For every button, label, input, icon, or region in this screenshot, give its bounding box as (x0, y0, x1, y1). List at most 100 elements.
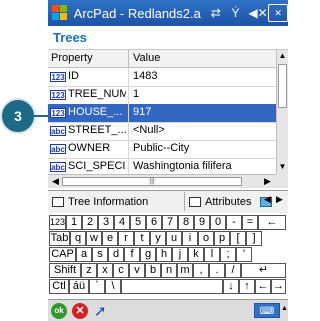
key[interactable]: a (76, 247, 92, 262)
key[interactable]: k (188, 247, 204, 262)
key[interactable]: 8 (178, 215, 194, 230)
key[interactable]: m (177, 263, 193, 278)
scroll-left-icon[interactable]: ◀ (52, 176, 59, 187)
key[interactable]: → (271, 279, 286, 294)
key[interactable]: ← (255, 279, 271, 294)
scroll-thumb[interactable] (278, 64, 287, 108)
key[interactable]: g (140, 247, 156, 262)
key[interactable]: ' (236, 247, 252, 262)
space-key[interactable] (121, 279, 223, 294)
input-menu-icon[interactable]: ▲ (281, 305, 288, 312)
shift-key[interactable]: Shift (49, 263, 81, 278)
numeric-field-icon: 123 (50, 108, 66, 118)
table-row[interactable]: abc STREET_... <Null> (48, 122, 276, 141)
key[interactable]: 3 (98, 215, 114, 230)
scroll-up-icon[interactable]: ▲ (278, 51, 287, 60)
horizontal-scrollbar[interactable]: ◀ ||| ▶ (48, 174, 276, 188)
table-row-selected[interactable]: 123 HOUSE_... 917 (48, 104, 276, 123)
key[interactable]: x (97, 263, 113, 278)
key[interactable]: u (166, 231, 182, 246)
tab-prev-icon[interactable]: ◀ (264, 194, 271, 205)
column-header-value[interactable]: Value (133, 52, 160, 64)
key[interactable]: 0 (210, 215, 226, 230)
key[interactable]: = (242, 215, 258, 230)
scroll-thumb[interactable]: ||| (62, 177, 242, 186)
backspace-key[interactable]: ← (258, 215, 286, 230)
cancel-icon[interactable]: ✕ (72, 303, 88, 319)
key[interactable]: 6 (146, 215, 162, 230)
ctrl-key[interactable]: Ctl (49, 279, 69, 294)
column-header-property[interactable]: Property (51, 52, 93, 64)
key[interactable]: \ (105, 279, 121, 294)
tab-next-icon[interactable]: ▶ (276, 194, 283, 205)
tab-key[interactable]: Tab (49, 231, 70, 246)
key[interactable]: [ (230, 231, 246, 246)
key[interactable]: y (150, 231, 166, 246)
ok-button[interactable]: ok (51, 303, 67, 319)
key[interactable]: 4 (114, 215, 130, 230)
key[interactable]: c (113, 263, 129, 278)
volume-off-icon[interactable]: ◀✕ (248, 6, 267, 20)
key[interactable]: i (182, 231, 198, 246)
soft-keyboard: 123 1 2 3 4 5 6 7 8 9 0 - = ← Tab q w e … (48, 213, 288, 299)
scroll-right-icon[interactable]: ▶ (264, 176, 271, 187)
key[interactable]: n (161, 263, 177, 278)
key[interactable]: 9 (194, 215, 210, 230)
key[interactable]: 7 (162, 215, 178, 230)
key[interactable]: 123 (49, 215, 66, 230)
key[interactable]: d (108, 247, 124, 262)
key[interactable]: w (86, 231, 102, 246)
tab-tree-information[interactable]: Tree Information (48, 192, 182, 211)
keyboard-icon[interactable]: ⌨ (254, 303, 280, 318)
key[interactable]: , (193, 263, 209, 278)
key[interactable]: r (118, 231, 134, 246)
key[interactable]: 2 (82, 215, 98, 230)
key[interactable]: ↓ (223, 279, 239, 294)
key[interactable]: f (124, 247, 140, 262)
key[interactable]: ` (89, 279, 105, 294)
connectivity-icon[interactable]: ⇄ (209, 6, 223, 20)
table-row[interactable]: abc OWNER Public--City (48, 140, 276, 159)
key[interactable]: ↑ (239, 279, 255, 294)
key[interactable]: j (172, 247, 188, 262)
table-row[interactable]: 123 ID 1483 (48, 68, 276, 87)
scroll-down-icon[interactable]: ▼ (278, 162, 287, 171)
window-title: ArcPad - Redlands2.a (73, 5, 201, 21)
key[interactable]: v (129, 263, 145, 278)
signal-off-icon[interactable]: Ẏ (229, 6, 243, 20)
key[interactable]: h (156, 247, 172, 262)
enter-key[interactable]: ↵ (241, 263, 286, 278)
key[interactable]: ] (246, 231, 262, 246)
key[interactable]: o (198, 231, 214, 246)
key[interactable]: 5 (130, 215, 146, 230)
key[interactable]: s (92, 247, 108, 262)
key[interactable]: ; (220, 247, 236, 262)
table-row[interactable]: abc SCI_SPECIE Washingtonia filifera (48, 158, 276, 174)
close-icon[interactable]: ✕ (268, 4, 288, 22)
key[interactable]: p (214, 231, 230, 246)
field-name: OWNER (68, 142, 111, 154)
key[interactable]: áü (69, 279, 89, 294)
start-menu-icon[interactable] (52, 5, 68, 21)
key[interactable]: / (225, 263, 241, 278)
field-name: HOUSE_... (68, 106, 123, 118)
text-field-icon: abc (50, 144, 66, 154)
tab-attributes[interactable]: Attributes (184, 192, 259, 211)
field-value: <Null> (133, 124, 165, 136)
pointer-arrow-icon[interactable]: ➚ (94, 302, 107, 320)
key[interactable]: q (70, 231, 86, 246)
field-value: 1 (133, 88, 140, 100)
key[interactable]: . (209, 263, 225, 278)
key[interactable]: - (226, 215, 242, 230)
key[interactable]: e (102, 231, 118, 246)
vertical-scrollbar[interactable]: ▲ ▼ (276, 50, 288, 174)
field-value: 917 (133, 106, 152, 118)
key[interactable]: z (81, 263, 97, 278)
key[interactable]: b (145, 263, 161, 278)
table-row[interactable]: 123 TREE_NUM 1 (48, 86, 276, 105)
key[interactable]: t (134, 231, 150, 246)
key[interactable]: 1 (66, 215, 82, 230)
command-bar: ok ✕ ➚ ⌨ ▲ (48, 299, 288, 321)
caps-key[interactable]: CAP (49, 247, 76, 262)
key[interactable]: l (204, 247, 220, 262)
